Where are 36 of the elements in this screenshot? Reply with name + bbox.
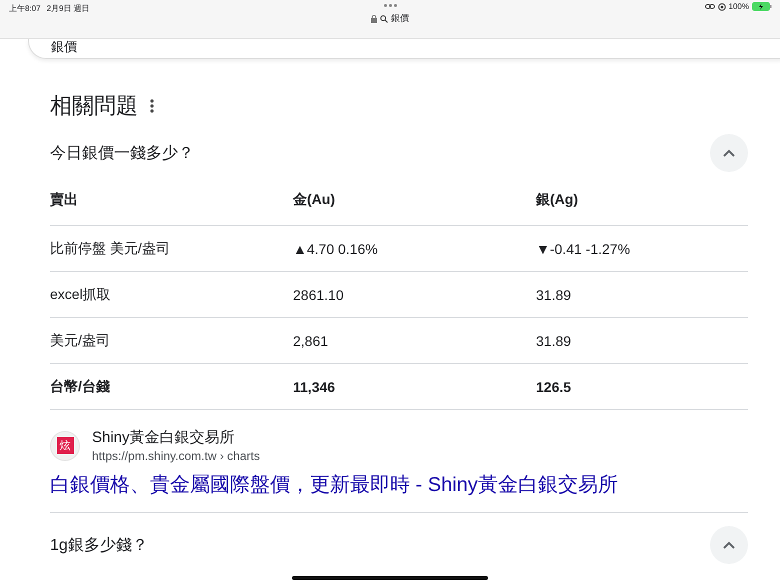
table-cell: 31.89	[536, 272, 748, 318]
table-cell: 美元/盎司	[50, 318, 293, 364]
expand-button[interactable]	[710, 526, 748, 564]
lock-icon	[371, 14, 377, 22]
expand-button[interactable]	[710, 134, 748, 172]
result-link[interactable]: 白銀價格、貴金屬國際盤價，更新最即時 - Shiny黃金白銀交易所	[50, 471, 748, 498]
table-cell: 比前停盤 美元/盎司	[50, 226, 293, 272]
table-cell: 31.89	[536, 318, 748, 364]
table-cell: 126.5	[536, 364, 748, 410]
more-icon[interactable]	[150, 99, 154, 113]
table-cell: 11,346	[293, 364, 536, 410]
section-title: 相關問題	[50, 92, 138, 120]
table-cell: 台幣/台錢	[50, 364, 293, 410]
site-url: https://pm.shiny.com.tw › charts	[92, 449, 260, 463]
search-icon	[380, 14, 388, 22]
address-text[interactable]: 銀價	[391, 12, 409, 25]
table-cell: excel抓取	[50, 272, 293, 318]
column-header: 賣出	[50, 175, 293, 226]
chevron-up-icon	[722, 540, 736, 550]
status-date: 2月9日 週日	[46, 3, 90, 14]
link-icon	[704, 3, 715, 10]
site-name: Shiny黃金白銀交易所	[92, 428, 236, 447]
table-cell: ▼-0.41 -1.27%	[536, 226, 748, 272]
site-favicon: 炫	[50, 430, 80, 460]
column-header: 銀(Ag)	[536, 175, 748, 226]
question-text[interactable]: 1g銀多少錢？	[50, 534, 148, 556]
table-cell: 2,861	[293, 318, 536, 364]
search-field[interactable]: 銀價	[28, 39, 780, 59]
battery-icon	[752, 2, 772, 11]
chevron-up-icon	[722, 148, 736, 158]
table-cell: 2861.10	[293, 272, 536, 318]
status-time: 上午8:07	[9, 3, 41, 14]
table-cell: ▲4.70 0.16%	[293, 226, 536, 272]
column-header: 金(Au)	[293, 175, 536, 226]
question-text[interactable]: 今日銀價一錢多少？	[50, 142, 194, 164]
battery-percent: 100%	[728, 2, 749, 11]
